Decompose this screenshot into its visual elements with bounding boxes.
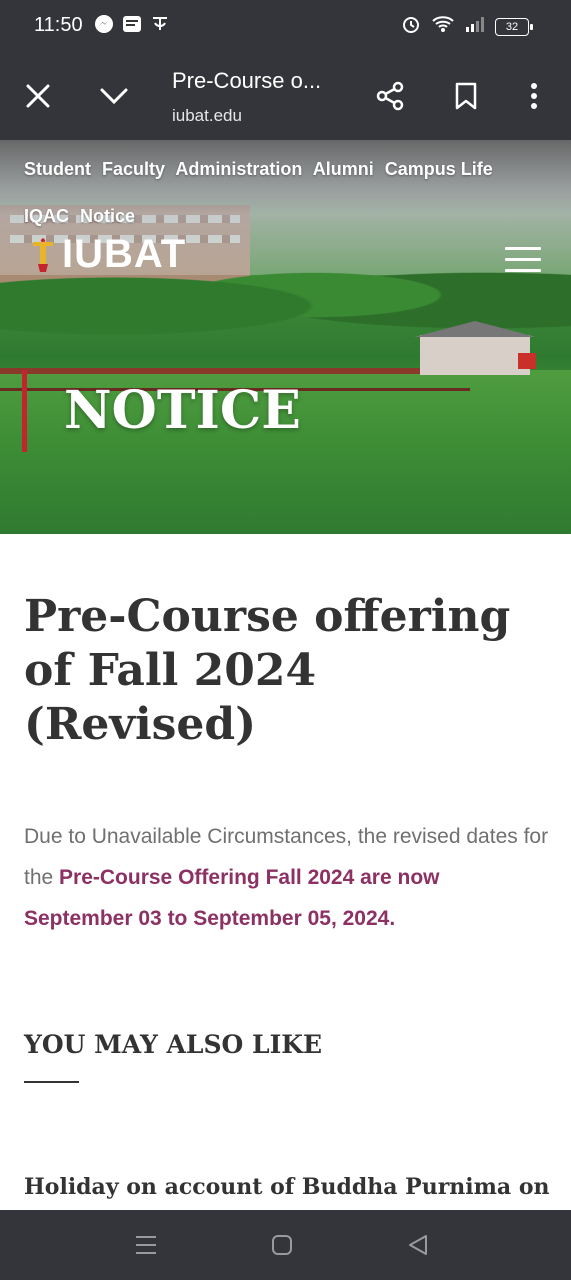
related-underline (24, 1081, 79, 1083)
site-logo[interactable]: IUBAT (30, 232, 186, 277)
logo-text: IUBAT (62, 232, 187, 276)
bengali-app-icon (150, 14, 170, 34)
related-section: YOU MAY ALSO LIKE (24, 1030, 322, 1083)
notice-body: Due to Unavailable Circumstances, the re… (24, 816, 549, 939)
related-item[interactable]: Holiday on account of Buddha Purnima on (24, 1174, 564, 1200)
hero-hut (414, 321, 536, 375)
torch-icon (30, 237, 56, 272)
browser-toolbar: Pre-Course o... iubat.edu (0, 52, 571, 140)
nav-item-notice[interactable]: Notice (80, 206, 135, 226)
close-icon[interactable] (16, 74, 60, 118)
browser-page-title: Pre-Course o... (172, 68, 322, 93)
notice-body-highlight: Pre-Course Offering Fall 2024 are now Se… (24, 866, 440, 930)
system-nav-bar (0, 1210, 571, 1280)
wifi-icon (431, 14, 455, 39)
messenger-icon (94, 14, 114, 34)
back-icon[interactable] (403, 1230, 433, 1260)
status-bar: 11:50 32 (0, 0, 571, 52)
nav-item-campus-life[interactable]: Campus Life (385, 159, 493, 179)
nav-item-alumni[interactable]: Alumni (313, 159, 374, 179)
site-nav: Student Faculty Administration Alumni Ca… (24, 146, 554, 240)
related-heading: YOU MAY ALSO LIKE (24, 1030, 323, 1059)
signal-icon (465, 15, 485, 38)
recent-apps-icon[interactable] (131, 1230, 161, 1260)
share-icon[interactable] (368, 74, 412, 118)
hero-accent-bar (22, 370, 27, 452)
hero-title: NOTICE (64, 380, 301, 441)
nav-item-faculty[interactable]: Faculty (102, 159, 165, 179)
app-notification-icon (122, 14, 142, 34)
home-icon[interactable] (267, 1230, 297, 1260)
nav-item-iqac[interactable]: IQAC (24, 206, 69, 226)
page-title: Pre-Course offering of Fall 2024 (Revise… (24, 591, 511, 750)
nav-item-student[interactable]: Student (24, 159, 91, 179)
bookmark-icon[interactable] (444, 74, 488, 118)
menu-icon[interactable] (505, 247, 541, 273)
battery-indicator: 32 (495, 17, 533, 36)
status-time: 11:50 (34, 14, 83, 36)
chevron-down-icon[interactable] (92, 74, 136, 118)
alarm-icon (401, 14, 421, 39)
more-options-icon[interactable] (512, 74, 556, 118)
article: Pre-Course offering of Fall 2024 (Revise… (24, 590, 549, 939)
nav-item-administration[interactable]: Administration (175, 159, 302, 179)
browser-url[interactable]: iubat.edu (172, 106, 242, 126)
hero-bridge (0, 368, 470, 374)
